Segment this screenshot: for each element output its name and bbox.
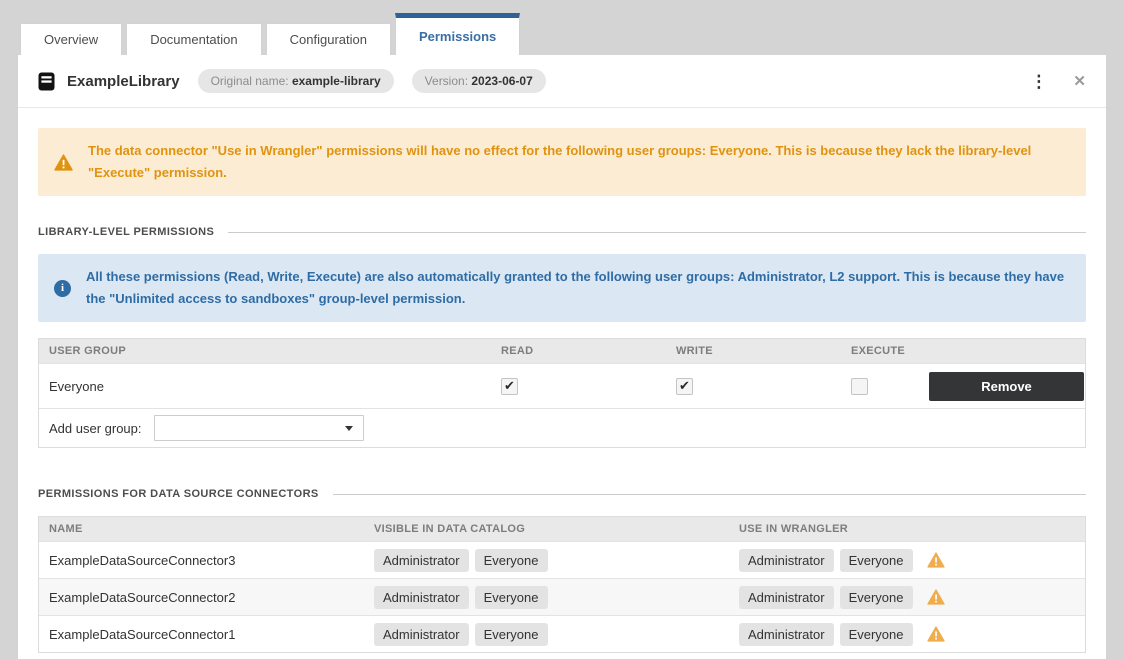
wrangler-warning-banner: The data connector "Use in Wrangler" per…	[38, 128, 1086, 196]
tab-documentation[interactable]: Documentation	[126, 23, 261, 55]
original-name-badge: Original name: example-library	[198, 69, 394, 93]
table-row: ExampleDataSourceConnector1 Administrato…	[39, 615, 1085, 652]
connector-permissions-section-head: PERMISSIONS FOR DATA SOURCE CONNECTORS	[38, 488, 1086, 500]
column-header-read: READ	[461, 345, 636, 357]
connector-permissions-table-header: NAME VISIBLE IN DATA CATALOG USE IN WRAN…	[39, 517, 1085, 541]
panel-header: ExampleLibrary Original name: example-li…	[18, 55, 1106, 108]
section-divider	[333, 494, 1086, 495]
visible-in-data-catalog-chips: Administrator Everyone	[374, 549, 739, 572]
auto-granted-info-banner: i All these permissions (Read, Write, Ex…	[38, 254, 1086, 322]
column-header-write: WRITE	[636, 345, 811, 357]
close-icon[interactable]: ✕	[1073, 74, 1086, 89]
header-actions: ⋮ ✕	[1030, 73, 1086, 90]
use-in-wrangler-chips: Administrator Everyone	[739, 586, 1085, 609]
user-group-chip: Administrator	[739, 586, 834, 609]
tab-overview[interactable]: Overview	[20, 23, 122, 55]
warning-icon	[927, 552, 945, 568]
warning-icon	[927, 626, 945, 642]
tab-bar: Overview Documentation Configuration Per…	[0, 0, 1124, 55]
connector-permissions-table: NAME VISIBLE IN DATA CATALOG USE IN WRAN…	[38, 516, 1086, 653]
table-row: Everyone Remove	[39, 363, 1085, 408]
add-user-group-row: Add user group:	[39, 408, 1085, 447]
warning-icon	[927, 589, 945, 605]
tab-configuration[interactable]: Configuration	[266, 23, 391, 55]
connector-permissions-title: PERMISSIONS FOR DATA SOURCE CONNECTORS	[38, 488, 319, 500]
chevron-down-icon	[345, 426, 353, 431]
table-row: ExampleDataSourceConnector2 Administrato…	[39, 578, 1085, 615]
user-group-chip: Everyone	[840, 549, 913, 572]
column-header-visible-in-data-catalog: VISIBLE IN DATA CATALOG	[374, 523, 739, 535]
use-in-wrangler-chips: Administrator Everyone	[739, 549, 1085, 572]
table-row: ExampleDataSourceConnector3 Administrato…	[39, 541, 1085, 578]
warning-icon	[54, 154, 73, 171]
write-checkbox[interactable]	[676, 378, 693, 395]
user-group-chip: Administrator	[739, 623, 834, 646]
user-group-chip: Administrator	[374, 586, 469, 609]
column-header-use-in-wrangler: USE IN WRANGLER	[739, 523, 1085, 535]
use-in-wrangler-chips: Administrator Everyone	[739, 623, 1085, 646]
kebab-menu-icon[interactable]: ⋮	[1030, 73, 1047, 90]
visible-in-data-catalog-chips: Administrator Everyone	[374, 586, 739, 609]
library-book-icon	[38, 72, 55, 91]
user-group-chip: Everyone	[475, 549, 548, 572]
user-group-chip: Administrator	[374, 549, 469, 572]
library-permissions-table-header: USER GROUP READ WRITE EXECUTE	[39, 339, 1085, 363]
connector-name: ExampleDataSourceConnector3	[39, 553, 374, 568]
library-permissions-section-head: LIBRARY-LEVEL PERMISSIONS	[38, 226, 1086, 238]
column-header-execute: EXECUTE	[811, 345, 929, 357]
read-checkbox[interactable]	[501, 378, 518, 395]
library-permissions-table: USER GROUP READ WRITE EXECUTE Everyone R…	[38, 338, 1086, 448]
version-badge: Version: 2023-06-07	[412, 69, 546, 93]
column-header-name: NAME	[39, 523, 374, 535]
visible-in-data-catalog-chips: Administrator Everyone	[374, 623, 739, 646]
user-group-chip: Everyone	[840, 586, 913, 609]
library-permissions-title: LIBRARY-LEVEL PERMISSIONS	[38, 226, 214, 238]
add-user-group-select[interactable]	[154, 415, 364, 441]
info-icon: i	[54, 280, 71, 297]
column-header-user-group: USER GROUP	[39, 345, 461, 357]
library-panel: ExampleLibrary Original name: example-li…	[18, 55, 1106, 659]
info-banner-text: All these permissions (Read, Write, Exec…	[86, 266, 1070, 310]
tab-permissions[interactable]: Permissions	[395, 13, 520, 55]
section-divider	[228, 232, 1086, 233]
user-group-name: Everyone	[39, 379, 461, 394]
add-user-group-label: Add user group:	[49, 421, 142, 436]
version-label: Version:	[425, 74, 468, 88]
user-group-chip: Administrator	[374, 623, 469, 646]
connector-name: ExampleDataSourceConnector2	[39, 590, 374, 605]
original-name-label: Original name:	[211, 74, 289, 88]
user-group-chip: Everyone	[475, 623, 548, 646]
remove-button[interactable]: Remove	[929, 372, 1084, 401]
execute-checkbox[interactable]	[851, 378, 868, 395]
page-title: ExampleLibrary	[67, 73, 180, 90]
user-group-chip: Everyone	[840, 623, 913, 646]
warning-banner-text: The data connector "Use in Wrangler" per…	[88, 140, 1070, 184]
connector-name: ExampleDataSourceConnector1	[39, 627, 374, 642]
user-group-chip: Everyone	[475, 586, 548, 609]
original-name-value: example-library	[292, 74, 381, 88]
version-value: 2023-06-07	[471, 74, 532, 88]
user-group-chip: Administrator	[739, 549, 834, 572]
